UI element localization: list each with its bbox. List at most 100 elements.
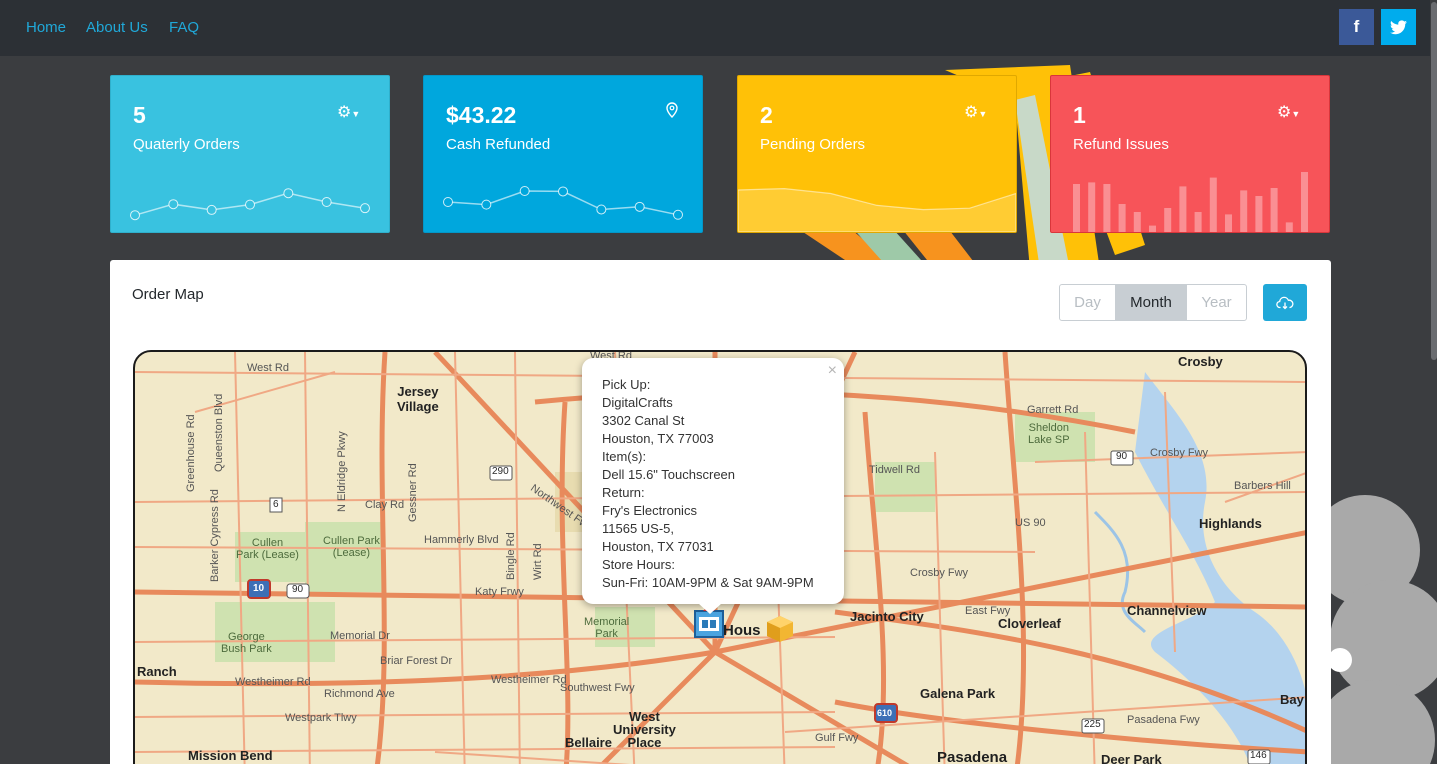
- bar: [1285, 222, 1293, 232]
- sparkline-point: [443, 197, 453, 207]
- sparkline-point: [245, 199, 255, 210]
- sparkline-point: [558, 186, 568, 197]
- chevron-down-icon: ▼: [1291, 109, 1301, 119]
- map-label-pasadena: Pasadena: [937, 749, 1008, 764]
- map-label-cloverleaf: Cloverleaf: [998, 616, 1061, 631]
- top-navbar: Home About Us FAQ f: [0, 0, 1437, 56]
- card-location-button[interactable]: [666, 102, 678, 123]
- popup-line: Pick Up:: [602, 377, 651, 392]
- map-label-cullen-park-lease-east: Cullen Park (Lease): [323, 535, 380, 559]
- area-series: [738, 187, 1016, 232]
- stat-label: Quaterly Orders: [133, 136, 240, 153]
- map-label-baytown: Bay: [1280, 692, 1304, 707]
- card-settings-button[interactable]: ⚙▼: [337, 102, 360, 122]
- map-label-westpark-tlwy: Westpark Tlwy: [285, 712, 357, 724]
- popup-pointer: [698, 603, 722, 614]
- popup-line: Dell 15.6" Touchscreen: [602, 467, 736, 482]
- nav-link-home[interactable]: Home: [26, 19, 66, 36]
- gear-icon: ⚙: [337, 104, 352, 121]
- highway-shield-10: 10: [253, 583, 265, 594]
- stat-card-refund-issues: 1 Refund Issues ⚙▼: [1050, 75, 1330, 233]
- map-label-richmond-ave: Richmond Ave: [324, 688, 395, 700]
- cloud-download-icon: [1276, 296, 1294, 309]
- map-label-memorial-dr: Memorial Dr: [330, 630, 390, 642]
- stat-card-cash-refunded: $43.22 Cash Refunded: [423, 75, 703, 233]
- twitter-button[interactable]: [1381, 9, 1416, 45]
- sparkline-point: [321, 197, 332, 207]
- popup-line: Sun-Fri: 10AM-9PM & Sat 9AM-9PM: [602, 575, 814, 590]
- nav-link-about-us[interactable]: About Us: [86, 19, 148, 36]
- period-day-button[interactable]: Day: [1060, 285, 1115, 320]
- map-label-sheldon-lake: Sheldon Lake SP: [1028, 422, 1070, 446]
- location-pin-icon: [666, 102, 678, 118]
- map-label-george-bush-park: George Bush Park: [221, 631, 272, 655]
- period-month-button[interactable]: Month: [1115, 285, 1187, 320]
- nav-link-faq[interactable]: FAQ: [169, 19, 199, 36]
- sparkline-chart: [130, 188, 370, 221]
- map-label-jersey-village: Jersey Village: [397, 384, 439, 414]
- card-settings-button[interactable]: ⚙▼: [964, 102, 987, 122]
- period-year-button[interactable]: Year: [1187, 285, 1246, 320]
- popup-line: Houston, TX 77031: [602, 539, 714, 554]
- bar: [1240, 190, 1248, 232]
- popup-line: Item(s):: [602, 449, 647, 464]
- stat-value: $43.22: [446, 102, 517, 128]
- period-toggle: Day Month Year: [1059, 284, 1247, 321]
- map-label-highlands: Highlands: [1199, 516, 1262, 531]
- stat-card-pending-orders: 2 Pending Orders ⚙▼: [737, 75, 1017, 233]
- map-label-clay-rd: Clay Rd: [365, 499, 405, 511]
- bar: [1209, 177, 1217, 232]
- map-label-pasadena-fwy: Pasadena Fwy: [1127, 714, 1200, 726]
- highway-shield-146: 146: [1250, 750, 1267, 761]
- area-chart: [738, 187, 1016, 232]
- highway-shield-610: 610: [877, 708, 893, 718]
- popup-line: Fry's Electronics: [602, 503, 697, 518]
- map-info-popup: × Pick Up: DigitalCrafts 3302 Canal St H…: [582, 358, 844, 614]
- sparkline-point: [168, 199, 179, 210]
- map-label-west-rd-west: West Rd: [247, 362, 289, 374]
- sparkline-point: [596, 204, 607, 215]
- bar: [1149, 225, 1156, 232]
- popup-line: DigitalCrafts: [602, 395, 673, 410]
- download-button[interactable]: [1263, 284, 1307, 321]
- map-label-barbers-hill: Barbers Hill: [1234, 480, 1291, 492]
- order-map[interactable]: Jersey Village Crosby Garrett Rd Sheldon…: [133, 350, 1307, 764]
- map-label-bellaire: Bellaire: [565, 735, 612, 750]
- popup-line: Houston, TX 77003: [602, 431, 714, 446]
- highway-shield-6: 6: [273, 499, 279, 510]
- stat-label: Refund Issues: [1073, 136, 1169, 153]
- bar: [1179, 186, 1187, 232]
- bar-chart: [1073, 172, 1308, 232]
- map-label-katy-frwy: Katy Frwy: [475, 586, 524, 598]
- stat-label: Pending Orders: [760, 136, 866, 153]
- sparkline-point: [206, 204, 217, 215]
- sparkline-point: [673, 209, 683, 220]
- map-label-southwest-fwy: Southwest Fwy: [560, 682, 635, 694]
- card-settings-button[interactable]: ⚙▼: [1277, 102, 1300, 122]
- map-label-gessner-rd: Gessner Rd: [407, 463, 419, 522]
- bar: [1073, 184, 1080, 232]
- bar: [1225, 214, 1232, 232]
- sparkline-point: [283, 188, 294, 199]
- map-label-westheimer-rd-east: Westheimer Rd: [491, 674, 567, 686]
- page-scrollbar-thumb[interactable]: [1431, 2, 1437, 360]
- map-label-garrett-rd: Garrett Rd: [1027, 404, 1079, 416]
- stat-card-quarterly-orders: 5 Quaterly Orders ⚙▼: [110, 75, 390, 233]
- bar: [1270, 188, 1278, 232]
- package-marker-icon[interactable]: [765, 614, 795, 644]
- map-label-houston: Hous: [723, 622, 761, 639]
- map-label-cullen-park-lease-west: Cullen Park (Lease): [236, 537, 299, 561]
- popup-close-button[interactable]: ×: [828, 362, 837, 380]
- map-label-crosby-fwy-north: Crosby Fwy: [1150, 447, 1209, 459]
- stat-value: 1: [1073, 102, 1086, 128]
- stat-value: 2: [760, 102, 773, 128]
- map-label-crosby: Crosby: [1178, 354, 1223, 369]
- highway-shield-90: 90: [292, 584, 304, 595]
- facebook-icon: f: [1353, 17, 1360, 36]
- sparkline-point: [130, 210, 140, 221]
- facebook-button[interactable]: f: [1339, 9, 1374, 45]
- stat-label: Cash Refunded: [446, 136, 551, 153]
- stat-value: 5: [133, 102, 146, 128]
- highway-shield-290: 290: [492, 466, 509, 477]
- bar: [1194, 212, 1202, 232]
